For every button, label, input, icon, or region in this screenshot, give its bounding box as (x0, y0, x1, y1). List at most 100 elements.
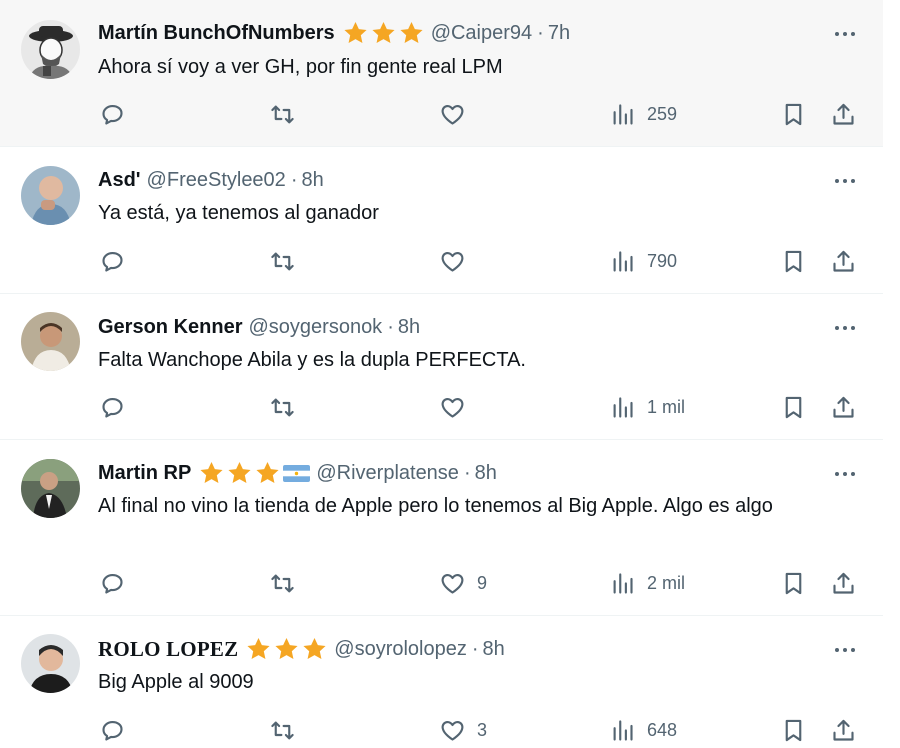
more-options-button[interactable] (830, 24, 860, 44)
avatar[interactable] (21, 20, 80, 79)
bookmark-icon (785, 250, 802, 272)
reply-icon (102, 573, 123, 594)
avatar[interactable] (21, 634, 80, 693)
user-handle[interactable]: @soyrololopez (334, 638, 467, 661)
tweet-header: Gerson Kenner @soygersonok · 8h (98, 314, 420, 340)
bookmark-button[interactable] (780, 568, 807, 598)
star-icon (303, 637, 326, 659)
avatar[interactable] (21, 166, 80, 225)
bookmark-button[interactable] (780, 246, 807, 276)
star-badges (342, 20, 425, 46)
star-icon (372, 21, 395, 43)
tweet[interactable]: Asd' @FreeStylee02 · 8h Ya está, ya tene… (0, 147, 883, 294)
heart-icon (441, 573, 464, 594)
user-handle[interactable]: @Caiper94 (431, 22, 532, 45)
views-button[interactable]: 790 (609, 246, 677, 276)
retweet-icon (271, 398, 294, 416)
separator: · (471, 637, 479, 660)
retweet-button[interactable] (269, 246, 296, 276)
reply-button[interactable] (99, 246, 126, 276)
timestamp[interactable]: 8h (475, 462, 497, 485)
reply-button[interactable] (99, 392, 126, 422)
reply-button[interactable] (99, 99, 126, 129)
argentina-flag-icon (283, 464, 311, 482)
views-icon (613, 572, 633, 594)
retweet-button[interactable] (269, 99, 296, 129)
tweet[interactable]: ROLO LOPEZ @soyrololopez · 8h Big Apple … (0, 616, 883, 748)
more-options-button[interactable] (830, 640, 860, 660)
share-icon (833, 103, 854, 125)
bookmark-button[interactable] (780, 715, 807, 745)
bookmark-icon (785, 396, 802, 418)
display-name[interactable]: Gerson Kenner (98, 316, 242, 339)
heart-icon (441, 104, 464, 125)
share-button[interactable] (830, 568, 857, 598)
heart-icon (441, 720, 464, 741)
tweet[interactable]: Martín BunchOfNumbers @Caiper94 · 7h Aho… (0, 0, 883, 147)
tweet-header: Martín BunchOfNumbers @Caiper94 · 7h (98, 20, 570, 46)
tweet-actions: 259 (0, 99, 883, 129)
more-icon (835, 179, 855, 183)
avatar[interactable] (21, 459, 80, 518)
user-handle[interactable]: @soygersonok (248, 316, 382, 339)
reply-icon (102, 251, 123, 272)
timestamp[interactable]: 8h (398, 316, 420, 339)
like-button[interactable]: 3 (439, 715, 487, 745)
like-button[interactable]: 9 (439, 568, 487, 598)
views-icon (613, 396, 633, 418)
bookmark-button[interactable] (780, 392, 807, 422)
share-button[interactable] (830, 392, 857, 422)
heart-icon (441, 397, 464, 418)
reply-icon (102, 104, 123, 125)
user-handle[interactable]: @Riverplatense (316, 462, 459, 485)
star-icon (344, 21, 367, 43)
tweet-actions: 1 mil (0, 392, 883, 422)
views-button[interactable]: 259 (609, 99, 677, 129)
bookmark-button[interactable] (780, 99, 807, 129)
timeline-feed: Martín BunchOfNumbers @Caiper94 · 7h Aho… (0, 0, 883, 748)
tweet-text: Ahora sí voy a ver GH, por fin gente rea… (98, 56, 503, 78)
reply-button[interactable] (99, 568, 126, 598)
retweet-icon (271, 252, 294, 270)
tweet[interactable]: Gerson Kenner @soygersonok · 8h Falta Wa… (0, 294, 883, 440)
display-name[interactable]: ROLO LOPEZ (98, 637, 238, 662)
more-options-button[interactable] (830, 464, 860, 484)
reply-icon (102, 397, 123, 418)
like-button[interactable] (439, 392, 477, 422)
bookmark-icon (785, 719, 802, 741)
more-options-button[interactable] (830, 318, 860, 338)
tweet-actions: 790 (0, 246, 883, 276)
star-icon (228, 461, 251, 483)
timestamp[interactable]: 8h (483, 638, 505, 661)
retweet-button[interactable] (269, 568, 296, 598)
more-icon (835, 472, 855, 476)
avatar[interactable] (21, 312, 80, 371)
bookmark-icon (785, 103, 802, 125)
display-name[interactable]: Asd' (98, 169, 141, 192)
more-options-button[interactable] (830, 171, 860, 191)
retweet-icon (271, 574, 294, 592)
display-name[interactable]: Martin RP (98, 462, 191, 485)
more-icon (835, 326, 855, 330)
share-button[interactable] (830, 715, 857, 745)
views-button[interactable]: 2 mil (609, 568, 685, 598)
tweet[interactable]: Martin RP @Riverplatense · 8h Al final n… (0, 440, 883, 616)
share-button[interactable] (830, 246, 857, 276)
star-badges (198, 460, 281, 486)
timestamp[interactable]: 8h (301, 169, 323, 192)
share-button[interactable] (830, 99, 857, 129)
separator: · (537, 21, 544, 44)
tweet-header: Martin RP @Riverplatense · 8h (98, 460, 497, 486)
views-button[interactable]: 1 mil (609, 392, 685, 422)
display-name[interactable]: Martín BunchOfNumbers (98, 22, 335, 45)
views-icon (613, 719, 633, 741)
like-button[interactable] (439, 246, 477, 276)
reply-button[interactable] (99, 715, 126, 745)
retweet-button[interactable] (269, 392, 296, 422)
timestamp[interactable]: 7h (548, 22, 570, 45)
retweet-button[interactable] (269, 715, 296, 745)
user-handle[interactable]: @FreeStylee02 (147, 169, 286, 192)
view-count: 648 (647, 719, 678, 740)
views-button[interactable]: 648 (609, 715, 677, 745)
like-button[interactable] (439, 99, 477, 129)
